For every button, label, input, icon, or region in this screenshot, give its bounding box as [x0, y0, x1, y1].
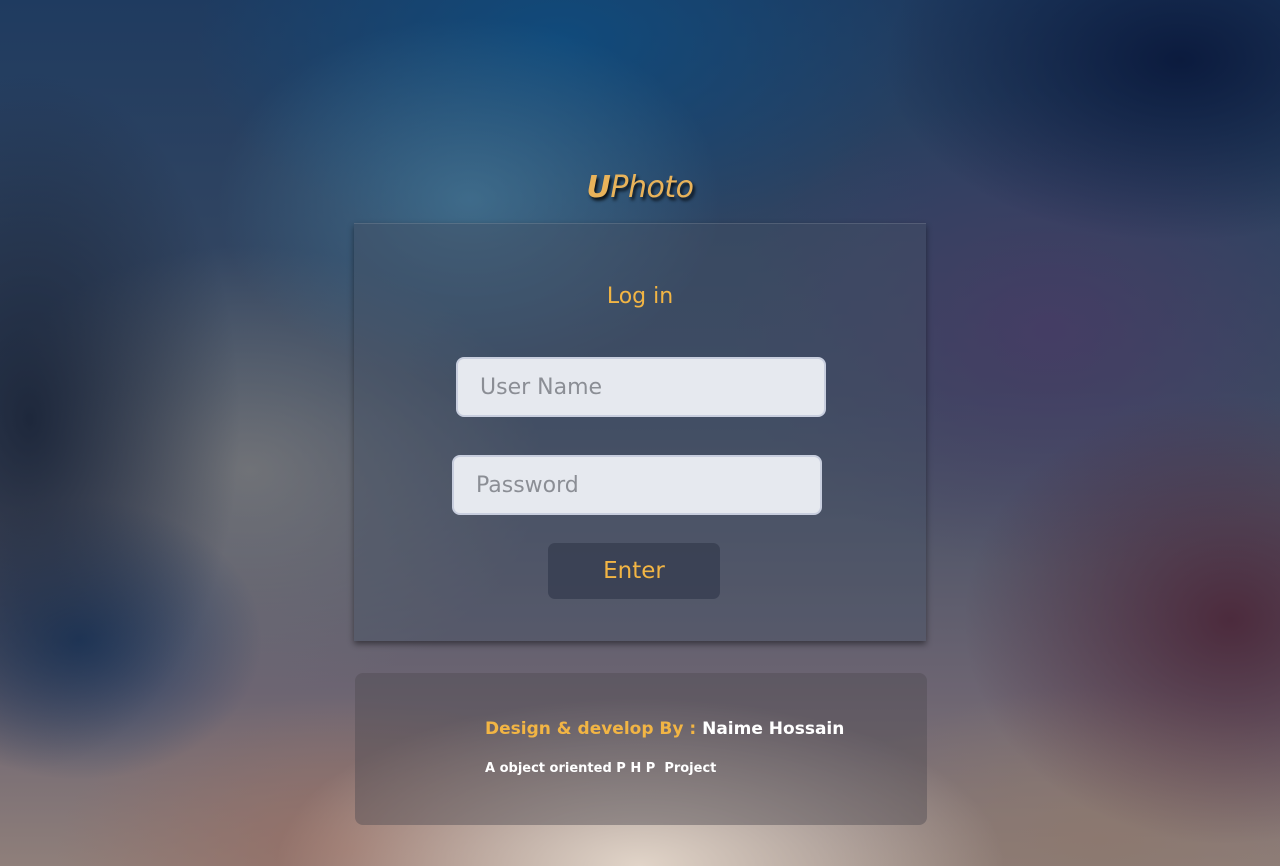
footer-panel: Design & develop By : Naime Hossain A ob…	[355, 673, 927, 825]
logo-wordmark: Photo	[610, 170, 694, 205]
username-input[interactable]	[456, 357, 826, 417]
app-logo: UPhoto	[0, 168, 1280, 208]
login-panel: Log in Enter	[354, 223, 926, 641]
credit-line: Design & develop By : Naime Hossain	[485, 717, 844, 741]
password-input[interactable]	[452, 455, 822, 515]
credit-label: Design & develop By :	[485, 719, 697, 739]
login-title: Log in	[606, 284, 674, 309]
logo-letter-u: U	[586, 170, 611, 205]
credit-name: Naime Hossain	[702, 719, 845, 739]
enter-button[interactable]: Enter	[548, 543, 720, 599]
project-description: A object oriented P H P Project	[485, 761, 717, 776]
